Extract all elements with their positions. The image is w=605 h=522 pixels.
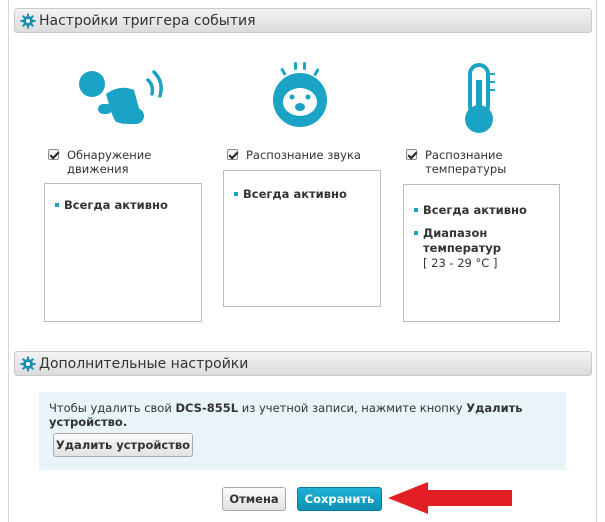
frame-right-border [596,0,597,522]
sound-detection-checkbox-row[interactable]: Распознание звука [227,148,361,162]
motion-detection-checkbox-row[interactable]: Обнаружение движения [48,148,151,176]
sound-detection-label: Распознание звука [246,148,361,162]
temperature-range-block: Диапазон температур [ 23 - 29 °C ] [423,226,513,271]
temperature-detection-panel: Всегда активно Диапазон температур [ 23 … [403,184,560,322]
cancel-button[interactable]: Отмена [222,487,286,511]
delete-device-info-box: Чтобы удалить свой DCS-855L из учетной з… [39,392,566,470]
list-item: Всегда активно [414,203,549,218]
additional-settings-header: Дополнительные настройки [14,351,592,376]
bullet [55,203,59,207]
motion-label-line2: движения [67,162,129,176]
motion-detection-checkbox[interactable] [48,149,59,160]
info-text-before: Чтобы удалить свой [49,401,176,415]
device-model: DCS-855L [175,401,239,415]
info-text-after: . [122,415,128,429]
delete-device-button[interactable]: Удалить устройство [53,433,193,457]
list-item: Всегда активно [55,198,191,213]
bullet [234,192,238,196]
trigger-settings-title: Настройки триггера события [39,12,256,29]
sound-always-active: Всегда активно [243,187,347,201]
bullet [414,231,418,235]
red-arrow-icon [388,482,512,514]
temperature-range-value: [ 23 - 29 °C ] [423,256,498,270]
temperature-detection-checkbox-row[interactable]: Распознание температуры [406,148,506,176]
temperature-detection-label: Распознание температуры [425,148,506,176]
list-item: Всегда активно [234,187,370,202]
gear-icon [20,356,36,371]
motion-label-line1: Обнаружение [67,148,152,162]
temperature-label-line1: Распознание [425,148,503,162]
list-item: Диапазон температур [ 23 - 29 °C ] [414,226,549,271]
sound-detection-checkbox[interactable] [227,149,238,160]
temperature-label-line2: температуры [425,162,507,176]
motion-detection-icon [79,70,163,124]
motion-detection-panel: Всегда активно [44,183,202,322]
temperature-always-active: Всегда активно [423,203,527,217]
temperature-detection-icon [465,63,495,133]
info-text-middle: из учетной записи, нажмите кнопку [238,401,467,415]
sound-detection-icon [273,62,327,127]
bullet [414,208,418,212]
save-button[interactable]: Сохранить [297,487,382,511]
temperature-range-title: Диапазон температур [423,226,501,255]
gear-icon [20,13,36,28]
delete-device-instruction: Чтобы удалить свой DCS-855L из учетной з… [49,401,556,429]
trigger-settings-header: Настройки триггера события [14,8,592,33]
frame-left-border [8,0,9,522]
temperature-detection-checkbox[interactable] [406,149,417,160]
motion-always-active: Всегда активно [64,198,168,212]
additional-settings-title: Дополнительные настройки [39,355,249,372]
motion-detection-label: Обнаружение движения [67,148,151,176]
sound-detection-panel: Всегда активно [223,170,381,307]
